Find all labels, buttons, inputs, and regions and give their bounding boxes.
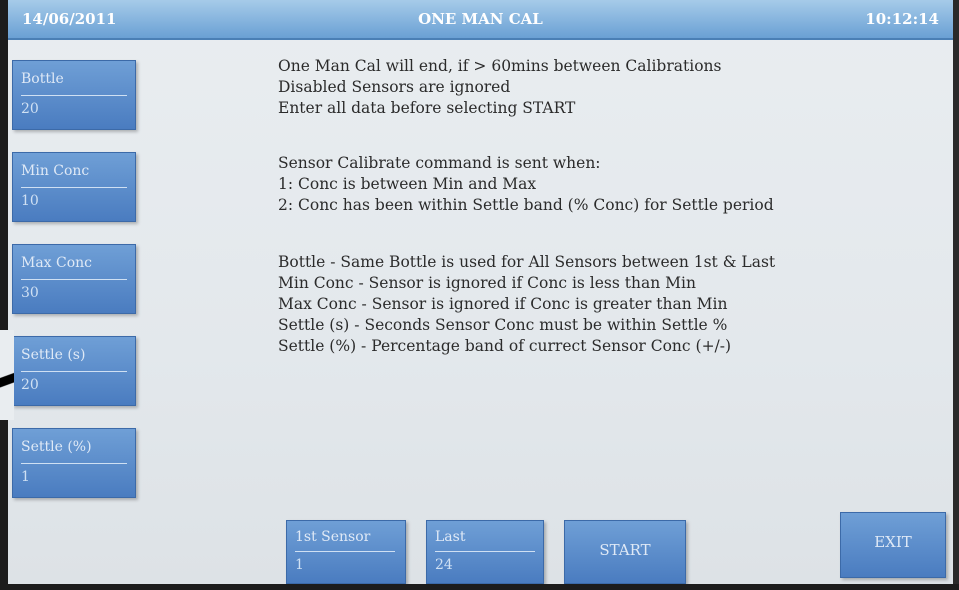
last-sensor-value: 24 xyxy=(435,557,453,573)
info-line: Settle (%) - Percentage band of currect … xyxy=(278,337,732,355)
first-sensor-label: 1st Sensor xyxy=(295,529,371,545)
info-line: Bottle - Same Bottle is used for All Sen… xyxy=(278,253,776,271)
info-line: 2: Conc has been within Settle band (% C… xyxy=(278,196,774,214)
divider xyxy=(21,279,127,280)
info-line: Settle (s) - Seconds Sensor Conc must be… xyxy=(278,316,728,334)
bottle-label: Bottle xyxy=(21,71,64,87)
max-conc-value: 30 xyxy=(21,285,39,301)
info-line: Enter all data before selecting START xyxy=(278,99,576,117)
screen: 14/06/2011 ONE MAN CAL 10:12:14 Bottle 2… xyxy=(8,0,953,584)
bezel-bottom xyxy=(0,584,959,590)
bottle-button[interactable]: Bottle 20 xyxy=(12,60,136,130)
max-conc-button[interactable]: Max Conc 30 xyxy=(12,244,136,314)
info-block-definitions: Bottle - Same Bottle is used for All Sen… xyxy=(278,252,938,357)
last-sensor-label: Last xyxy=(435,529,466,545)
settle-seconds-button[interactable]: Settle (s) 20 xyxy=(12,336,136,406)
first-sensor-value: 1 xyxy=(295,557,304,573)
info-line: 1: Conc is between Min and Max xyxy=(278,175,537,193)
settle-seconds-value: 20 xyxy=(21,377,39,393)
info-line: Max Conc - Sensor is ignored if Conc is … xyxy=(278,295,728,313)
divider xyxy=(21,95,127,96)
title-bar: 14/06/2011 ONE MAN CAL 10:12:14 xyxy=(8,0,953,40)
divider xyxy=(435,551,535,552)
divider xyxy=(21,463,127,464)
exit-label: EXIT xyxy=(874,533,912,551)
start-label: START xyxy=(599,541,651,559)
min-conc-button[interactable]: Min Conc 10 xyxy=(12,152,136,222)
bezel-left xyxy=(0,0,8,590)
start-button[interactable]: START xyxy=(564,520,686,584)
bezel-right xyxy=(953,0,959,590)
first-sensor-button[interactable]: 1st Sensor 1 xyxy=(286,520,406,584)
header-time: 10:12:14 xyxy=(865,10,939,28)
settle-percent-button[interactable]: Settle (%) 1 xyxy=(12,428,136,498)
exit-button[interactable]: EXIT xyxy=(840,512,946,578)
max-conc-label: Max Conc xyxy=(21,255,93,271)
min-conc-label: Min Conc xyxy=(21,163,90,179)
divider xyxy=(295,551,395,552)
bezel-edge-arrow xyxy=(0,330,14,420)
info-line: Sensor Calibrate command is sent when: xyxy=(278,154,601,172)
settle-percent-value: 1 xyxy=(21,469,30,485)
min-conc-value: 10 xyxy=(21,193,39,209)
info-line: Disabled Sensors are ignored xyxy=(278,78,511,96)
page-title: ONE MAN CAL xyxy=(418,10,543,28)
divider xyxy=(21,187,127,188)
info-line: One Man Cal will end, if > 60mins betwee… xyxy=(278,57,722,75)
info-block-calibrate: Sensor Calibrate command is sent when: 1… xyxy=(278,153,938,216)
last-sensor-button[interactable]: Last 24 xyxy=(426,520,544,584)
info-line: Min Conc - Sensor is ignored if Conc is … xyxy=(278,274,696,292)
settle-seconds-label: Settle (s) xyxy=(21,347,86,363)
info-block-general: One Man Cal will end, if > 60mins betwee… xyxy=(278,56,938,119)
settle-percent-label: Settle (%) xyxy=(21,439,92,455)
divider xyxy=(21,371,127,372)
bottle-value: 20 xyxy=(21,101,39,117)
